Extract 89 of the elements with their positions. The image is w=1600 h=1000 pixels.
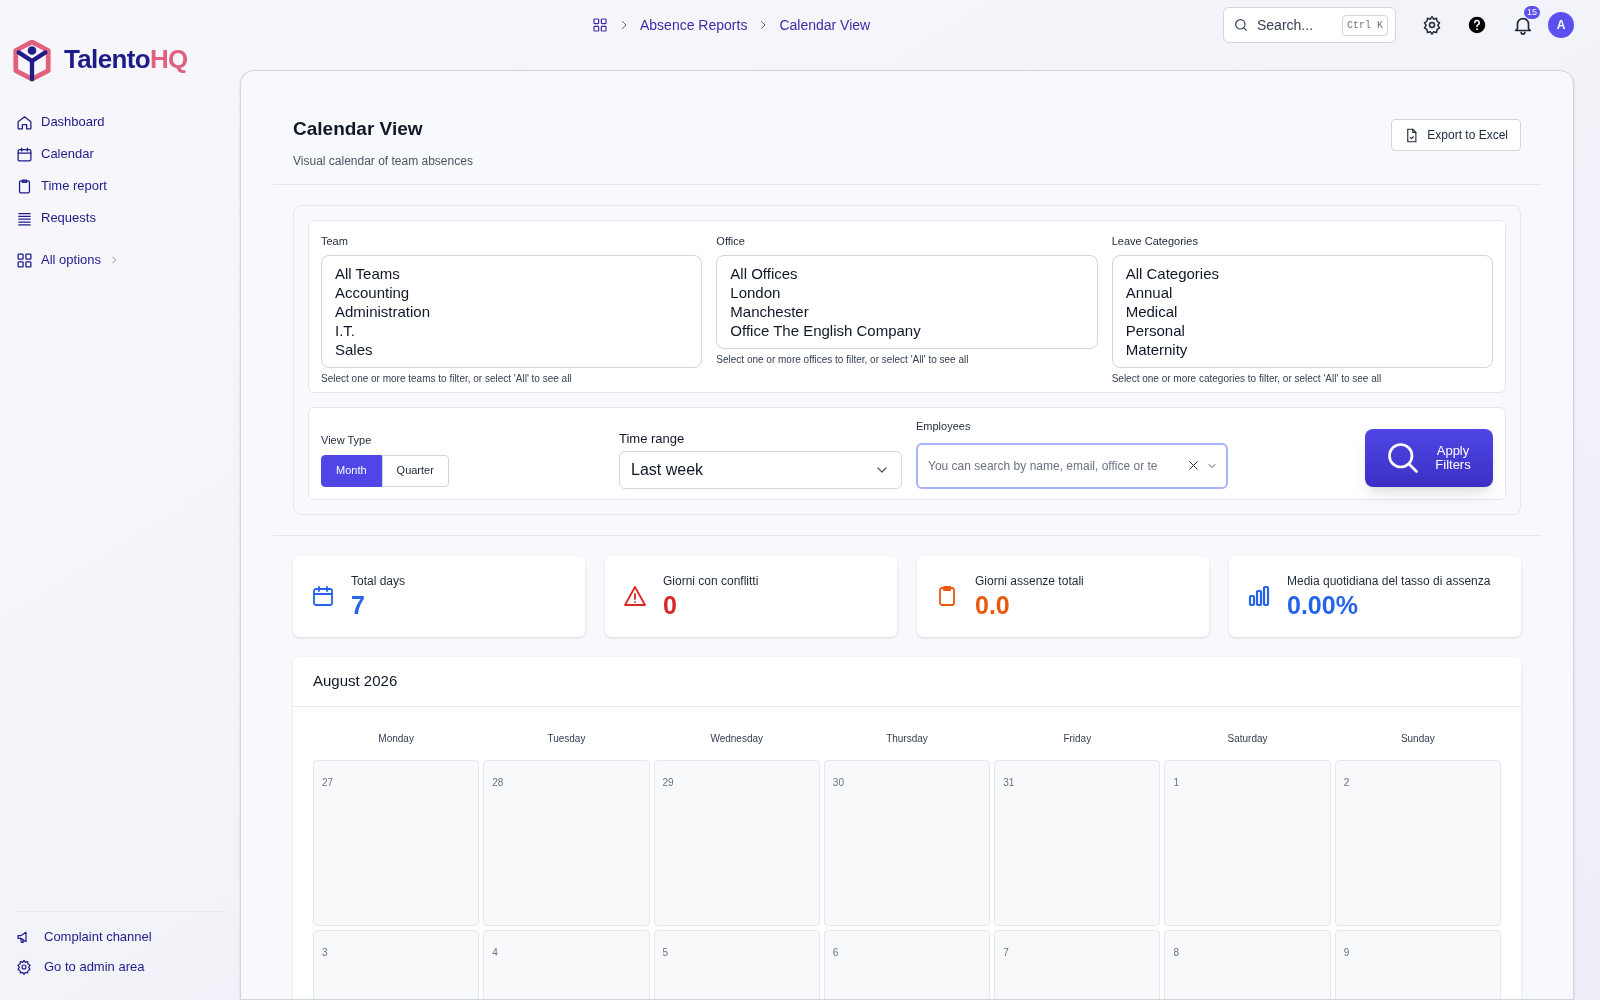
view-type-toggle[interactable]: Quarter: [381, 454, 449, 487]
day-cell[interactable]: 3: [313, 929, 480, 999]
day-cell[interactable]: 5: [653, 929, 820, 999]
day-cell[interactable]: 2: [1334, 759, 1501, 926]
day-cell[interactable]: 7: [994, 929, 1161, 999]
weekday-header: Tuesday: [546, 731, 587, 746]
day-cell[interactable]: 8: [1164, 929, 1331, 999]
stat-label: Giorni assenze totali: [975, 573, 1084, 590]
multi-select-list[interactable]: All Offices London Manchester Office The English Company: [716, 255, 1098, 349]
stat-label: Giorni con conflitti: [663, 573, 759, 590]
export-button[interactable]: Export to Excel: [1391, 119, 1521, 151]
weekday-header: Friday: [1062, 731, 1093, 746]
day-cell[interactable]: 31: [994, 759, 1161, 926]
month-title: August 2026: [313, 670, 398, 691]
day-cell[interactable]: 9: [1334, 929, 1501, 999]
list-option[interactable]: Medical: [1125, 302, 1479, 321]
day-cell[interactable]: 6: [823, 929, 991, 999]
help-icon[interactable]: [1468, 16, 1486, 34]
house-icon: [16, 113, 33, 131]
shortcut-key: Ctrl K: [1342, 15, 1388, 36]
page-subtitle: Visual calendar of team absences: [293, 152, 473, 170]
settings-icon: [16, 959, 32, 975]
clear-icon[interactable]: [1187, 458, 1200, 472]
stat-label: Media quotidiana del tasso di assenza: [1287, 573, 1491, 590]
weekday-header: Sunday: [1399, 731, 1436, 746]
day-cell[interactable]: 30: [823, 759, 991, 926]
field-label: View Type: [321, 433, 373, 448]
field-label: Leave Categories: [1111, 233, 1199, 249]
list-option[interactable]: Manchester: [730, 302, 1084, 321]
grid-icon: [592, 17, 608, 33]
list-option[interactable]: Maternity: [1125, 340, 1479, 359]
brand-logo: TalentoHQ: [64, 43, 188, 76]
multi-select-list[interactable]: All Categories Annual Medical Personal Maternity: [1111, 255, 1493, 368]
breadcrumb-link[interactable]: Absence Reports: [640, 14, 748, 36]
breadcrumb-link[interactable]: Calendar View: [779, 14, 871, 36]
grid-icon: [16, 251, 33, 269]
sidebar-item[interactable]: Time report: [16, 170, 240, 202]
time-range-dropdown[interactable]: Last week: [619, 450, 902, 489]
sidebar-item[interactable]: Complaint channel: [16, 926, 224, 948]
day-cell[interactable]: 4: [483, 929, 650, 999]
list-option[interactable]: Sales: [335, 340, 689, 359]
sidebar-item[interactable]: Dashboard: [16, 106, 240, 138]
list-option[interactable]: London: [730, 283, 1084, 302]
weekday-header: Monday: [377, 731, 415, 746]
field-hint: Select one or more offices to filter, or select 'All' to see all: [716, 353, 970, 367]
list-option[interactable]: Accounting: [335, 283, 689, 302]
list-option[interactable]: Personal: [1125, 321, 1479, 340]
field-label: Time range: [619, 430, 686, 448]
employee-search-field[interactable]: You can search by name, email, office or te: [916, 442, 1228, 489]
list-option[interactable]: All Categories: [1125, 264, 1479, 283]
stat-value: 0.0: [975, 590, 1011, 620]
view-type-toggle[interactable]: Month: [321, 454, 382, 487]
stat-label: Total days: [351, 573, 406, 590]
sidebar-item[interactable]: Calendar: [16, 138, 240, 170]
weekday-header: Thursday: [885, 731, 929, 746]
weekday-header: Wednesday: [709, 731, 764, 746]
field-hint: Select one or more teams to filter, or select 'All' to see all: [321, 372, 573, 386]
clipboard-icon: [16, 177, 33, 195]
sidebar-item[interactable]: All options: [16, 244, 240, 276]
field-hint: Select one or more categories to filter, or select 'All' to see all: [1111, 372, 1383, 386]
list-option[interactable]: Annual: [1125, 283, 1479, 302]
stat-value: 0.00%: [1287, 590, 1359, 620]
list-option[interactable]: All Teams: [335, 264, 689, 283]
field-label: Employees: [916, 419, 972, 434]
day-cell[interactable]: 29: [653, 759, 820, 926]
day-cell[interactable]: 28: [483, 759, 650, 926]
apply-filters-button[interactable]: Apply Filters: [1365, 428, 1493, 487]
list-option[interactable]: Administration: [335, 302, 689, 321]
logo-icon: [12, 40, 52, 82]
notification-count: 15: [1524, 6, 1540, 19]
user-avatar[interactable]: A: [1548, 12, 1574, 38]
weekday-header: Saturday: [1226, 731, 1269, 746]
field-label: Office: [716, 233, 746, 249]
day-cell[interactable]: 27: [313, 759, 480, 926]
stat-value: 0: [663, 590, 678, 620]
calendar-icon: [16, 145, 33, 163]
stat-value: 7: [351, 590, 366, 620]
day-cell[interactable]: 1: [1164, 759, 1331, 926]
settings-icon[interactable]: [1422, 15, 1442, 35]
sidebar-item[interactable]: Go to admin area: [16, 956, 224, 978]
list-option[interactable]: I.T.: [335, 321, 689, 340]
page-title: Calendar View: [293, 117, 424, 141]
field-label: Team: [321, 233, 349, 249]
file-icon: [1404, 127, 1420, 143]
search-icon: [1233, 17, 1249, 33]
multi-select-list[interactable]: All Teams Accounting Administration I.T. Sales: [321, 255, 703, 368]
sidebar-item[interactable]: Requests: [16, 202, 240, 234]
list-option[interactable]: Office The English Company: [730, 321, 1084, 340]
list-option[interactable]: All Offices: [730, 264, 1084, 283]
